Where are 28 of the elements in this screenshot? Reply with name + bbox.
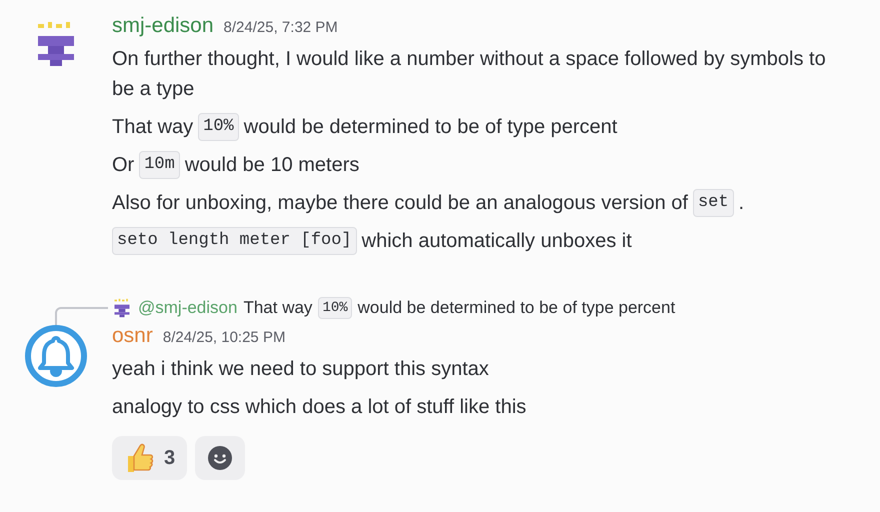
message-text: Or (112, 153, 134, 178)
message-text: which automatically unboxes it (362, 229, 632, 254)
inline-code: 10% (318, 296, 352, 318)
reply-connector (54, 307, 110, 325)
inline-code: seto length meter [foo] (112, 227, 357, 255)
reply-preview-text: That way (243, 298, 312, 318)
message-text: That way (112, 115, 194, 140)
author-name[interactable]: osnr (112, 324, 153, 348)
message-text: . (738, 191, 744, 216)
reaction-button[interactable]: 3 (112, 436, 188, 480)
message-text: yeah i think we need to support this syntax (112, 357, 489, 382)
inline-code: 10m (139, 151, 180, 179)
message-text: Also for unboxing, maybe there could be an analogous version of (112, 191, 688, 216)
add-reaction-button[interactable] (195, 436, 246, 480)
inline-code: set (692, 189, 734, 217)
message-text: would be 10 meters (184, 153, 360, 178)
message-text: analogy to css which does a lot of stuff like this (112, 395, 526, 420)
author-name[interactable]: smj-edison (112, 14, 214, 38)
timestamp: 8/24/25, 7:32 PM (224, 19, 338, 36)
pixel-creature-icon (112, 298, 132, 318)
smiley-icon (207, 445, 234, 471)
reply-preview-text: would be determined to be of type percent (358, 298, 676, 318)
timestamp: 8/24/25, 10:25 PM (162, 329, 286, 346)
message-text: On further thought, I would like a number without a space followed by symbols to be a type (112, 47, 827, 102)
bell-avatar-icon (24, 324, 88, 388)
inline-code: 10% (198, 113, 239, 141)
message-text: would be determined to be of type percent (244, 115, 618, 140)
reply-mention[interactable]: @smj-edison (138, 298, 238, 318)
